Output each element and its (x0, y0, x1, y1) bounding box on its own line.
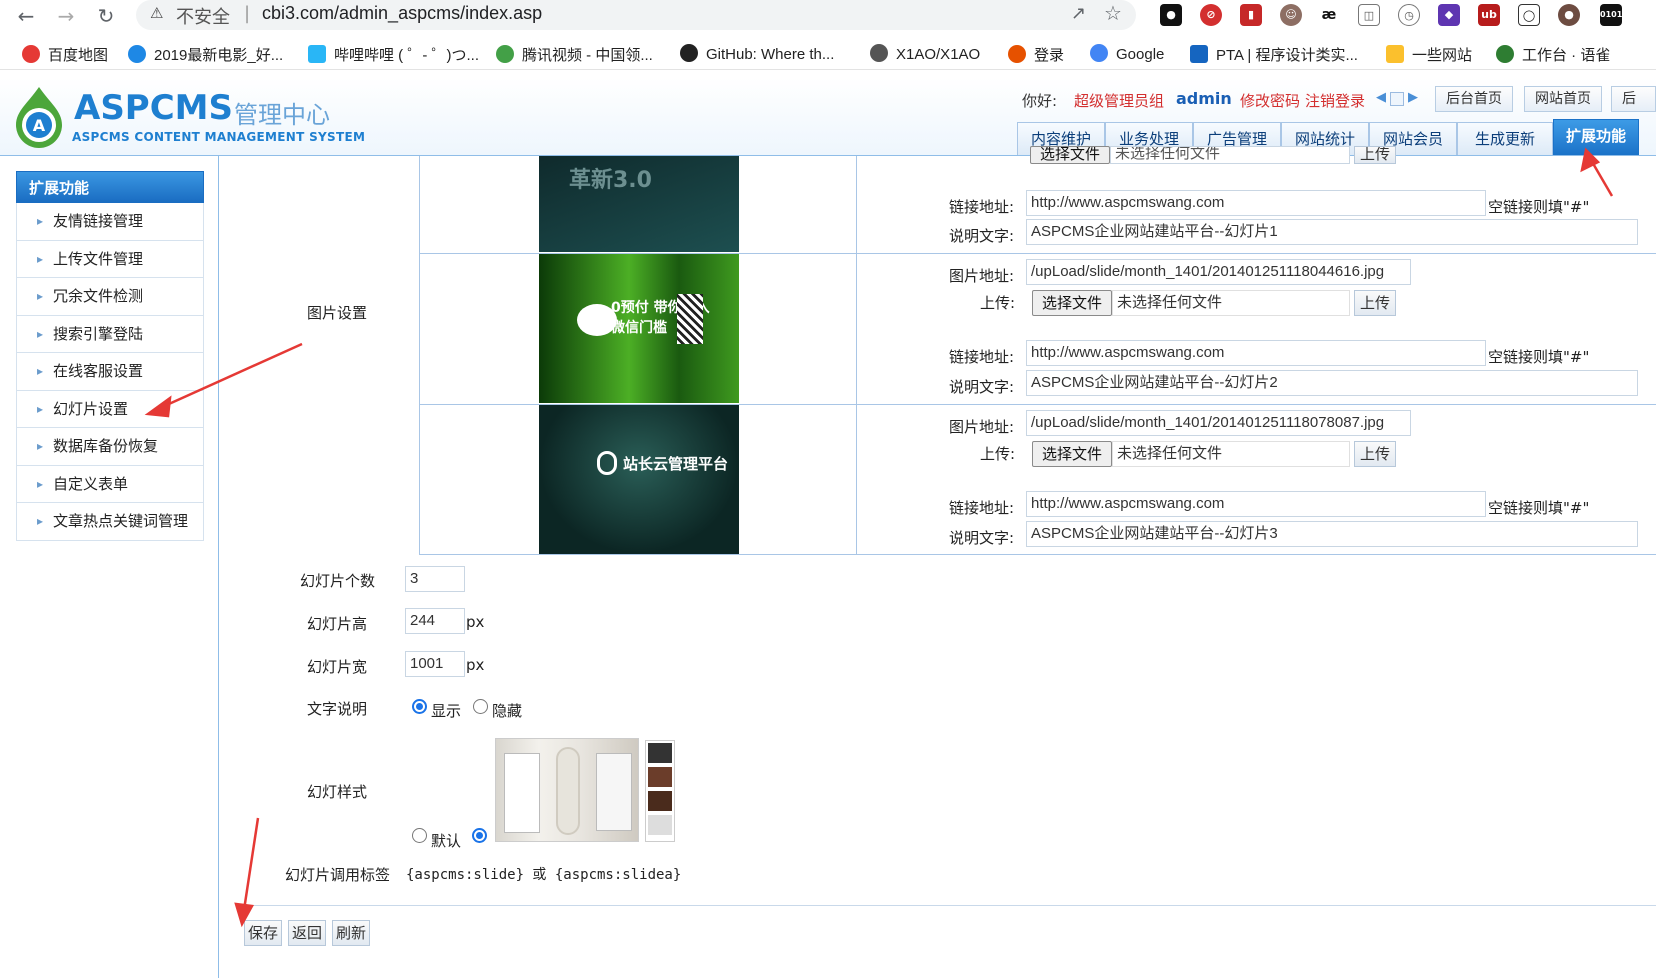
arrow-to-extensions-tab (1589, 159, 1614, 197)
arrow-head (234, 902, 254, 928)
arrow-head (144, 395, 172, 418)
arrow-to-slides-item (159, 342, 303, 410)
arrow-to-save-button (242, 817, 260, 911)
annotation-arrows (144, 147, 1614, 928)
